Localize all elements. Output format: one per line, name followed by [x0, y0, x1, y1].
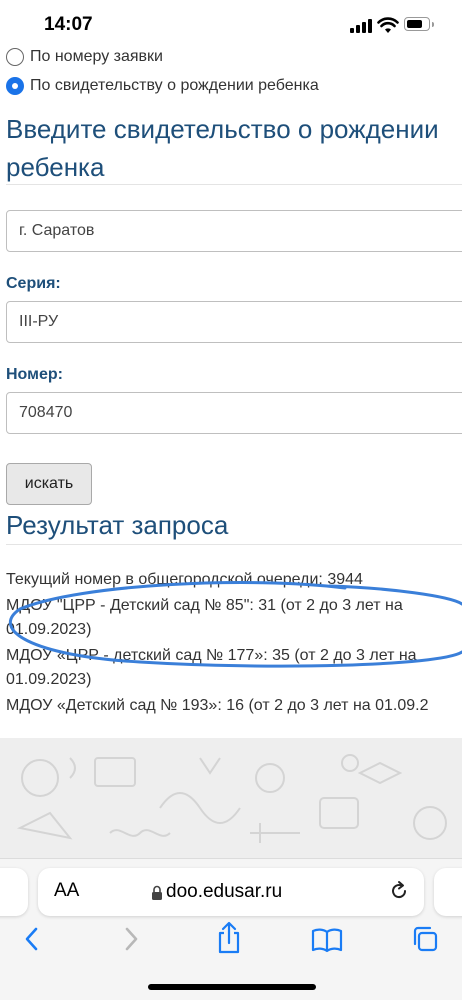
radio-label-birth-certificate: По свидетельству о рождении ребенка — [30, 77, 319, 94]
status-time: 14:07 — [44, 14, 93, 35]
tabs-icon[interactable] — [411, 925, 439, 953]
series-field[interactable]: III-РУ — [6, 301, 462, 343]
search-button[interactable]: искать — [6, 463, 92, 505]
results-title: Результат запроса — [6, 510, 229, 540]
web-page: По номеру заявки По свидетельству о рожд… — [0, 44, 462, 738]
radio-unchecked-icon[interactable] — [6, 48, 24, 66]
number-field[interactable]: 708470 — [6, 392, 462, 434]
browser-toolbar: AA doo.edusar.ru — [0, 858, 462, 1000]
hand-drawn-highlight-ellipse — [8, 581, 462, 668]
previous-tab-preview[interactable] — [0, 868, 28, 916]
bookmarks-icon[interactable] — [311, 927, 343, 953]
radio-option-request-number[interactable]: По номеру заявки — [6, 48, 163, 66]
divider — [6, 544, 462, 545]
back-icon[interactable] — [22, 925, 42, 953]
text-size-button[interactable]: AA — [54, 880, 79, 902]
radio-option-birth-certificate[interactable]: По свидетельству о рождении ребенка — [6, 77, 319, 95]
wifi-icon — [377, 17, 399, 33]
city-field[interactable]: г. Саратов — [6, 210, 462, 252]
share-icon[interactable] — [215, 921, 243, 955]
status-bar: 14:07 — [0, 0, 462, 50]
radio-checked-icon[interactable] — [6, 77, 24, 95]
url-text[interactable]: doo.edusar.ru — [166, 881, 282, 903]
series-label: Серия: — [6, 275, 61, 292]
school-doodles-pattern — [16, 754, 447, 843]
home-indicator — [148, 984, 316, 990]
battery-icon — [404, 17, 434, 31]
doodle-background — [0, 738, 462, 862]
form-title-line2: ребенка — [6, 152, 105, 182]
forward-icon[interactable] — [121, 925, 141, 953]
form-title-line1: Введите свидетельство о рождении — [6, 114, 439, 144]
result-kindergarten-193: МДОУ «Детский сад № 193»: 16 (от 2 до 3 … — [6, 697, 429, 714]
next-tab-preview[interactable] — [434, 868, 462, 916]
number-label: Номер: — [6, 366, 63, 383]
cellular-signal-icon — [350, 19, 372, 33]
divider — [6, 184, 462, 185]
reload-icon[interactable] — [388, 880, 410, 902]
radio-label-request-number: По номеру заявки — [30, 48, 163, 65]
form-title: Введите свидетельство о рождении ребенка — [6, 110, 456, 186]
lock-icon — [152, 885, 162, 900]
address-bar[interactable]: AA doo.edusar.ru — [38, 868, 424, 916]
